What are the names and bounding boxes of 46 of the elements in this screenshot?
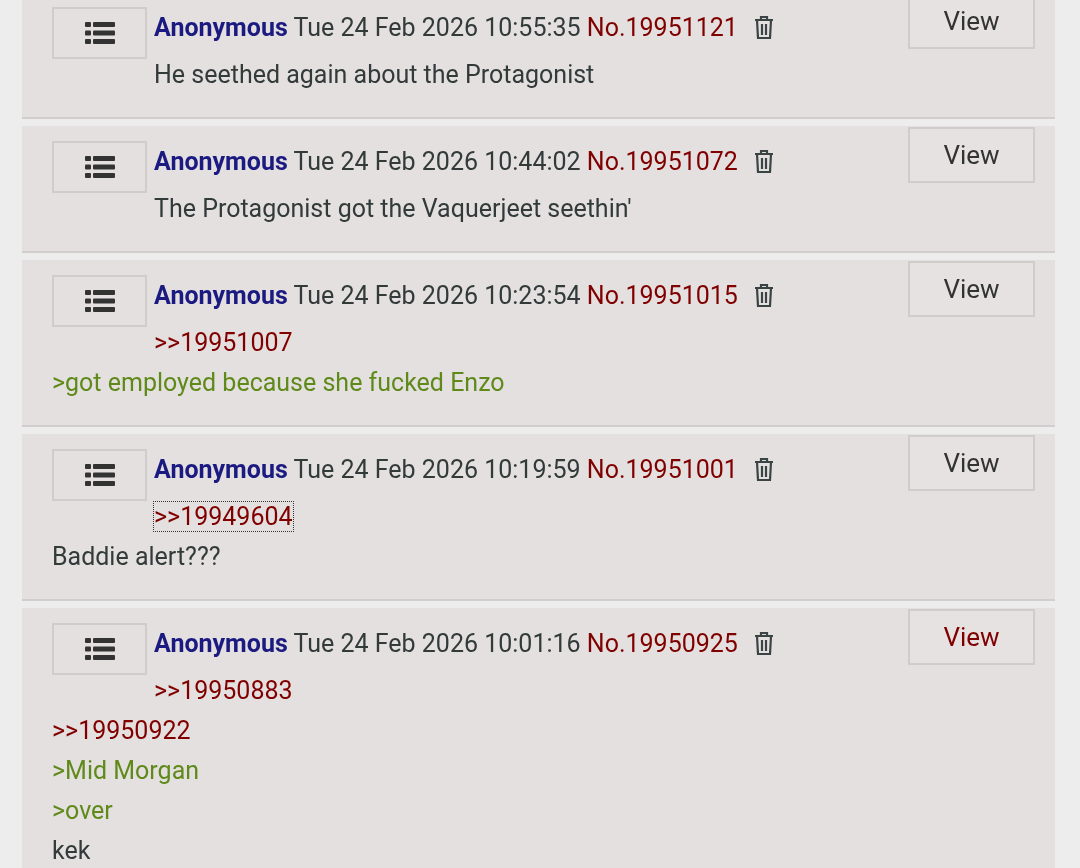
list-icon bbox=[84, 156, 115, 178]
greentext-line: >Mid Morgan bbox=[52, 756, 200, 785]
post-menu-button[interactable] bbox=[52, 275, 147, 327]
quote-link[interactable]: >>19950883 bbox=[154, 676, 293, 705]
list-icon bbox=[84, 638, 115, 660]
trash-icon[interactable] bbox=[753, 282, 774, 308]
post-number[interactable]: No.19951001 bbox=[586, 455, 738, 484]
poster-name: Anonymous bbox=[154, 455, 288, 484]
post-number[interactable]: No.19951015 bbox=[586, 281, 738, 310]
view-button[interactable]: View bbox=[908, 609, 1035, 665]
quote-link[interactable]: >>19949604 bbox=[154, 502, 293, 531]
post-number[interactable]: No.19950925 bbox=[586, 629, 738, 658]
post-date: Tue 24 Feb 2026 10:44:02 bbox=[293, 147, 581, 176]
list-icon bbox=[84, 290, 115, 312]
post-date: Tue 24 Feb 2026 10:55:35 bbox=[293, 13, 581, 42]
post-menu-button[interactable] bbox=[52, 449, 147, 501]
post-text: kek bbox=[52, 836, 91, 865]
post-text: Baddie alert??? bbox=[52, 542, 221, 571]
post-date: Tue 24 Feb 2026 10:23:54 bbox=[293, 281, 581, 310]
trash-icon[interactable] bbox=[753, 14, 774, 40]
greentext-line: >over bbox=[52, 796, 113, 825]
trash-icon[interactable] bbox=[753, 456, 774, 482]
trash-icon[interactable] bbox=[753, 148, 774, 174]
post-number[interactable]: No.19951121 bbox=[586, 13, 738, 42]
post-menu-button[interactable] bbox=[52, 7, 147, 59]
list-icon bbox=[84, 464, 115, 486]
poster-name: Anonymous bbox=[154, 13, 288, 42]
view-button[interactable]: View bbox=[908, 261, 1035, 317]
view-button[interactable]: View bbox=[908, 127, 1035, 183]
trash-icon[interactable] bbox=[753, 630, 774, 656]
poster-name: Anonymous bbox=[154, 629, 288, 658]
post-number[interactable]: No.19951072 bbox=[586, 147, 738, 176]
poster-name: Anonymous bbox=[154, 281, 288, 310]
post-date: Tue 24 Feb 2026 10:19:59 bbox=[293, 455, 581, 484]
quote-link[interactable]: >>19951007 bbox=[154, 328, 293, 357]
post-text: The Protagonist got the Vaquerjeet seethin' bbox=[154, 194, 632, 223]
view-button[interactable]: View bbox=[908, 435, 1035, 491]
post-menu-button[interactable] bbox=[52, 623, 147, 675]
poster-name: Anonymous bbox=[154, 147, 288, 176]
greentext-line: >got employed because she fucked Enzo bbox=[52, 368, 505, 397]
post-text: He seethed again about the Protagonist bbox=[154, 60, 595, 89]
view-button[interactable]: View bbox=[908, 0, 1035, 49]
post-menu-button[interactable] bbox=[52, 141, 147, 193]
list-icon bbox=[84, 22, 115, 44]
post-date: Tue 24 Feb 2026 10:01:16 bbox=[293, 629, 581, 658]
quote-link[interactable]: >>19950922 bbox=[52, 716, 191, 745]
